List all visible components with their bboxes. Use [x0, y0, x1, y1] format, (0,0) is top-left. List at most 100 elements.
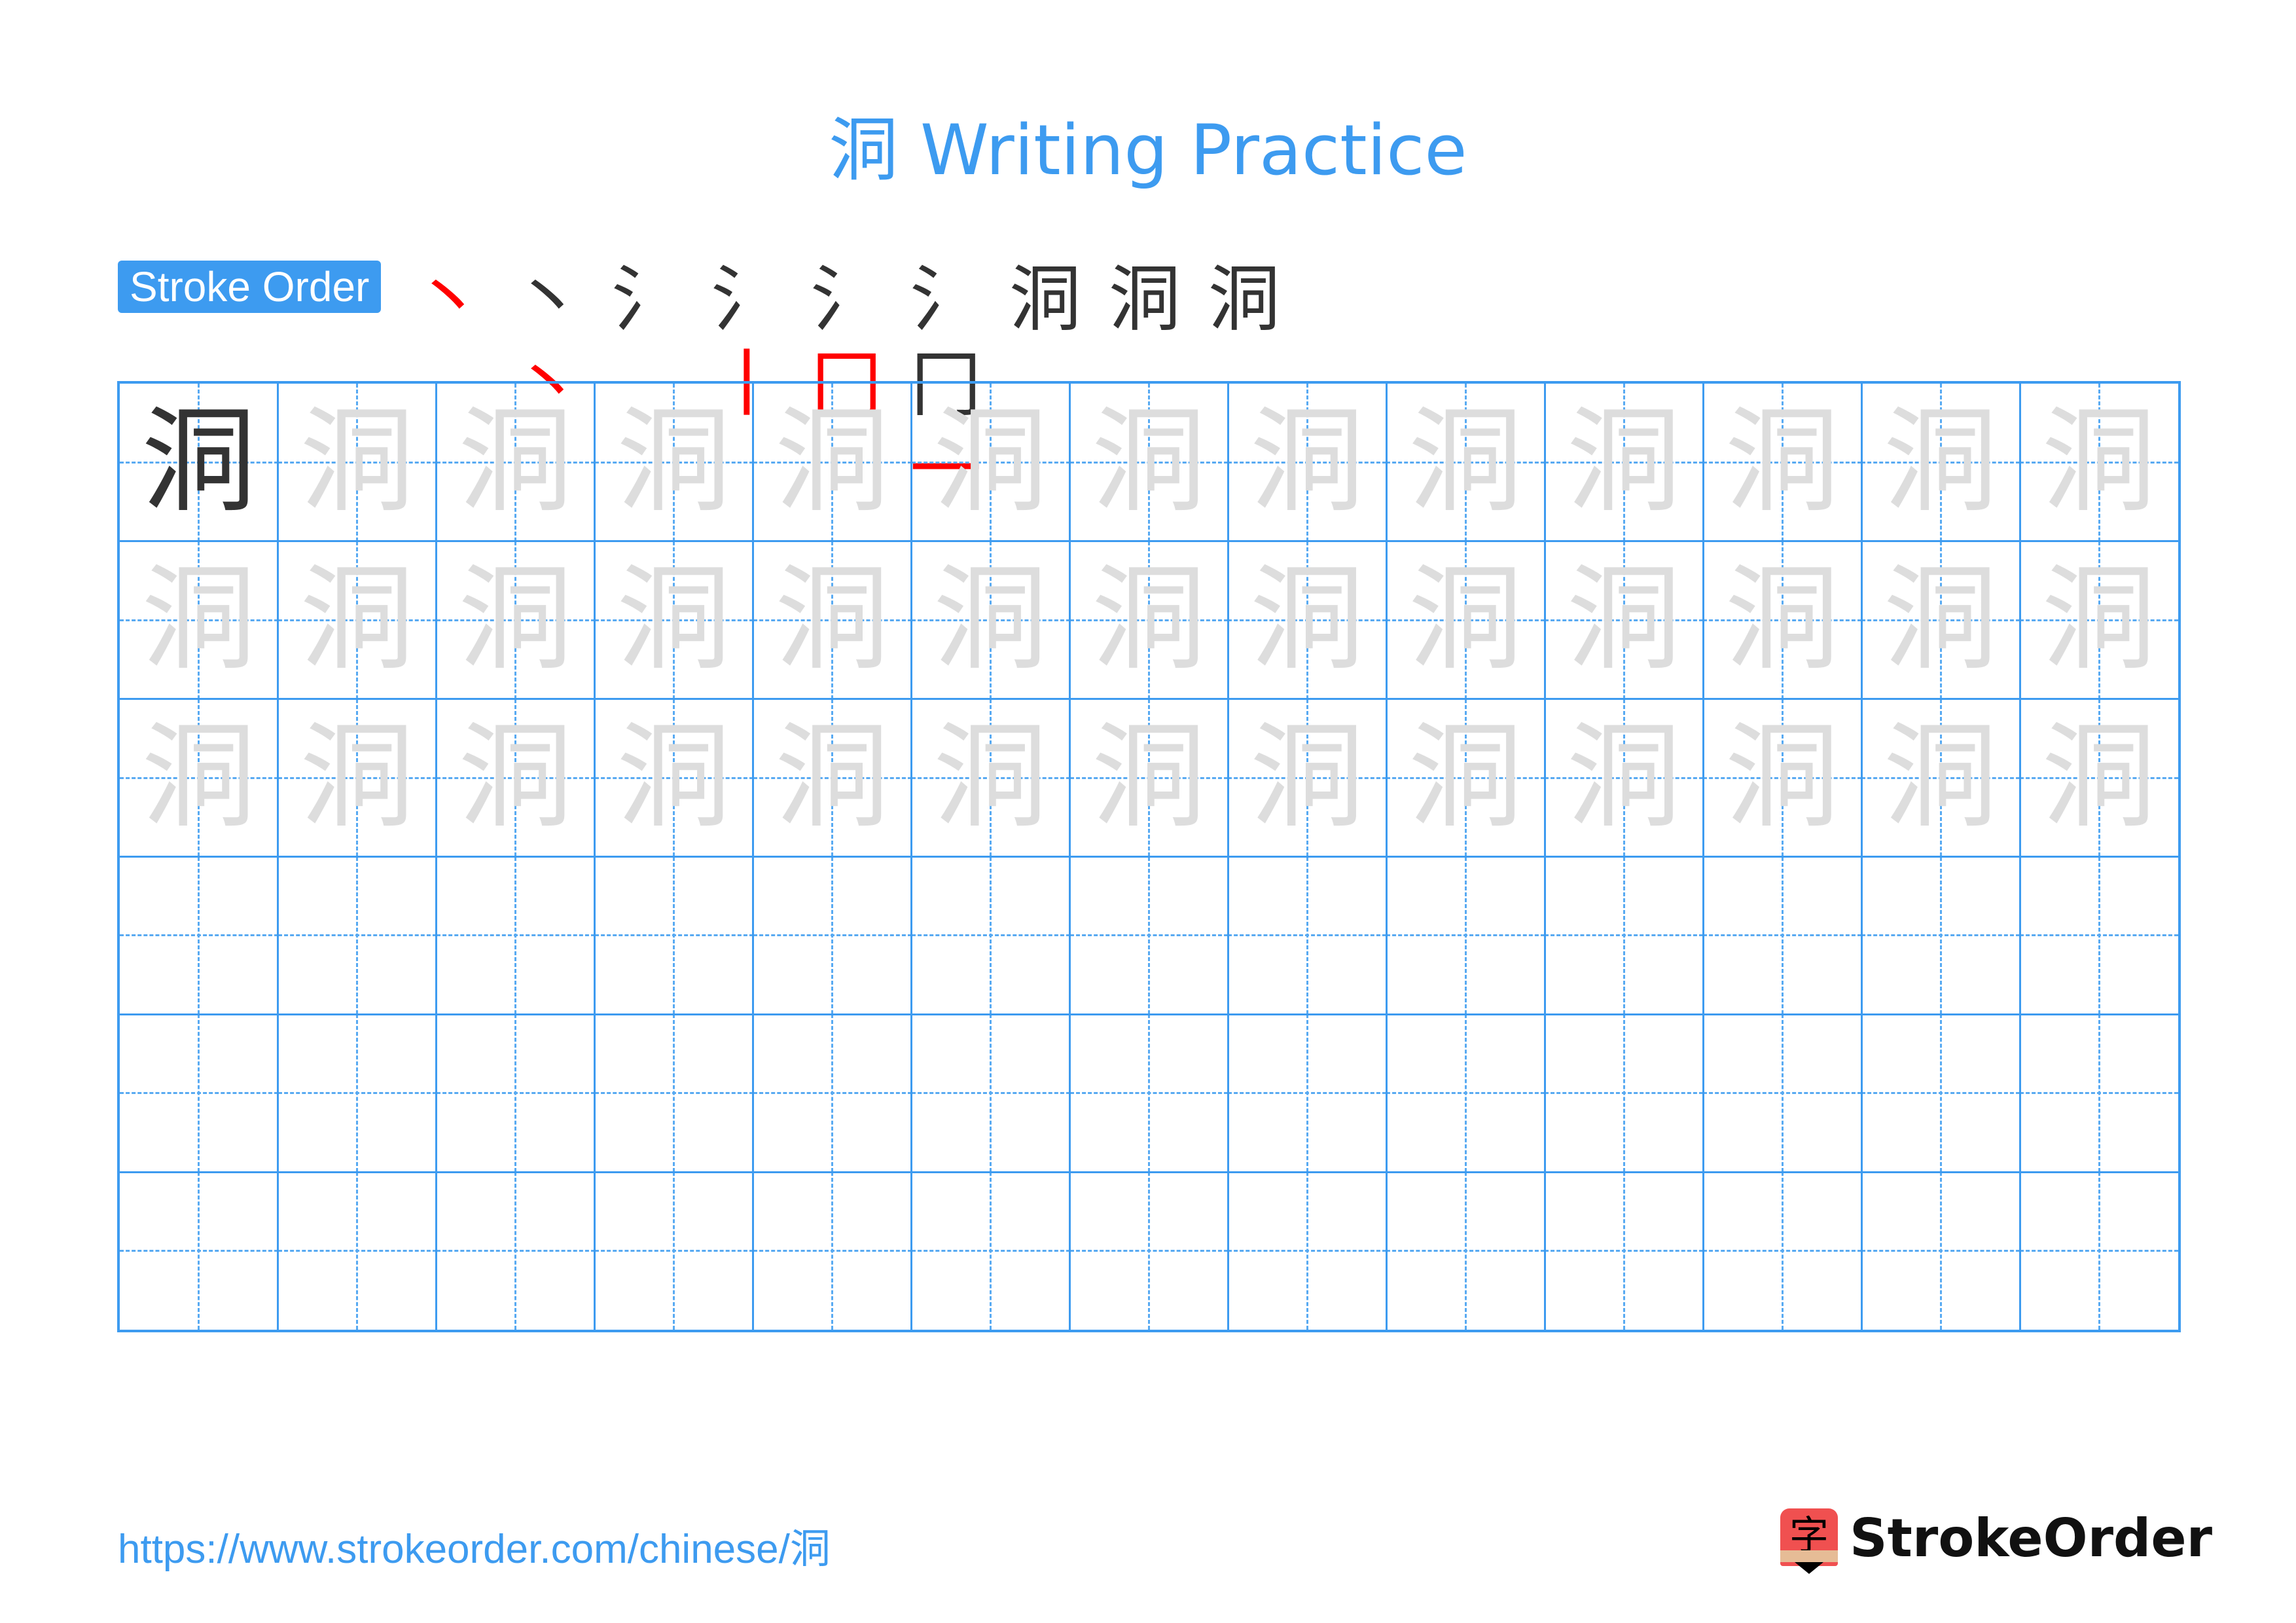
footer-url-link[interactable]: https://www.strokeorder.com/chinese/洞: [118, 1516, 831, 1575]
grid-cell[interactable]: 洞: [1069, 541, 1229, 699]
grid-cell[interactable]: 洞: [1703, 384, 1862, 541]
grid-cell[interactable]: [1861, 856, 2020, 1015]
guide-line-horizontal: [911, 1250, 1070, 1252]
grid-cell[interactable]: [1545, 856, 1704, 1015]
guide-line-horizontal: [1386, 934, 1545, 937]
grid-cell[interactable]: [2020, 1172, 2178, 1330]
trace-character: 洞: [300, 395, 415, 528]
grid-cell[interactable]: 洞: [1545, 541, 1704, 699]
grid-cell[interactable]: [120, 1172, 278, 1330]
trace-character: 洞: [1566, 395, 1681, 528]
grid-cell[interactable]: 洞: [120, 384, 278, 541]
grid-cell[interactable]: 洞: [278, 541, 437, 699]
grid-cell[interactable]: 洞: [1861, 699, 2020, 857]
grid-cell[interactable]: 洞: [1703, 541, 1862, 699]
grid-cell[interactable]: 洞: [2020, 541, 2178, 699]
grid-cell[interactable]: [1069, 1172, 1229, 1330]
guide-line-horizontal: [2020, 1092, 2178, 1095]
grid-cell[interactable]: [278, 1172, 437, 1330]
grid-cell[interactable]: 洞: [594, 541, 753, 699]
grid-cell[interactable]: 洞: [1386, 541, 1545, 699]
grid-cell[interactable]: 洞: [1861, 541, 2020, 699]
guide-line-horizontal: [1228, 1250, 1387, 1252]
trace-character: 洞: [1883, 395, 1998, 528]
grid-cell[interactable]: [1861, 1172, 2020, 1330]
grid-cell[interactable]: 洞: [1861, 384, 2020, 541]
grid-cell[interactable]: 洞: [278, 699, 437, 857]
guide-line-horizontal: [1069, 1250, 1229, 1252]
grid-cell[interactable]: 洞: [753, 384, 912, 541]
grid-cell[interactable]: 洞: [1228, 699, 1387, 857]
grid-cell[interactable]: [278, 856, 437, 1015]
grid-cell[interactable]: 洞: [1069, 699, 1229, 857]
grid-cell[interactable]: [278, 1014, 437, 1173]
guide-line-horizontal: [120, 1092, 278, 1095]
grid-cell[interactable]: [1386, 1172, 1545, 1330]
grid-cell[interactable]: [911, 1172, 1070, 1330]
grid-cell[interactable]: 洞: [594, 384, 753, 541]
grid-cell[interactable]: [1228, 856, 1387, 1015]
grid-cell[interactable]: [1386, 1014, 1545, 1173]
grid-cell[interactable]: [1861, 1014, 2020, 1173]
grid-cell[interactable]: [1703, 1172, 1862, 1330]
trace-character: 洞: [141, 553, 257, 686]
grid-cell[interactable]: [594, 1172, 753, 1330]
grid-cell[interactable]: 洞: [2020, 384, 2178, 541]
grid-cell[interactable]: 洞: [911, 699, 1070, 857]
guide-line-horizontal: [753, 1092, 912, 1095]
grid-cell[interactable]: 洞: [1386, 384, 1545, 541]
grid-cell[interactable]: [120, 856, 278, 1015]
grid-cell[interactable]: [1228, 1172, 1387, 1330]
grid-row-divider: [120, 1171, 2178, 1173]
grid-cell[interactable]: 洞: [1228, 384, 1387, 541]
grid-cell[interactable]: [436, 856, 595, 1015]
grid-row-divider: [120, 698, 2178, 701]
grid-cell[interactable]: [911, 1014, 1070, 1173]
grid-cell[interactable]: 洞: [911, 384, 1070, 541]
grid-cell[interactable]: [1545, 1172, 1704, 1330]
trace-character: 洞: [1091, 710, 1206, 844]
grid-cell[interactable]: 洞: [1545, 699, 1704, 857]
grid-cell[interactable]: 洞: [1228, 541, 1387, 699]
grid-cell[interactable]: 洞: [436, 384, 595, 541]
grid-cell[interactable]: 洞: [1545, 384, 1704, 541]
grid-cell[interactable]: 洞: [120, 699, 278, 857]
trace-character: 洞: [775, 395, 890, 528]
grid-cell[interactable]: [436, 1172, 595, 1330]
grid-cell[interactable]: [1069, 856, 1229, 1015]
grid-cell[interactable]: [594, 856, 753, 1015]
grid-cell[interactable]: [753, 856, 912, 1015]
grid-cell[interactable]: [753, 1014, 912, 1173]
grid-cell[interactable]: 洞: [594, 699, 753, 857]
grid-cell[interactable]: 洞: [1069, 384, 1229, 541]
grid-cell[interactable]: 洞: [278, 384, 437, 541]
grid-cell[interactable]: [2020, 1014, 2178, 1173]
grid-cell[interactable]: [1703, 856, 1862, 1015]
stroke-step-6: 氵冂一: [903, 257, 988, 511]
grid-cell[interactable]: 洞: [436, 541, 595, 699]
grid-cell[interactable]: [120, 1014, 278, 1173]
model-character: 洞: [141, 395, 257, 528]
guide-line-horizontal: [911, 1092, 1070, 1095]
grid-cell[interactable]: 洞: [436, 699, 595, 857]
grid-cell[interactable]: [1703, 1014, 1862, 1173]
grid-cell[interactable]: [436, 1014, 595, 1173]
grid-cell[interactable]: [1069, 1014, 1229, 1173]
guide-line-horizontal: [436, 1092, 595, 1095]
grid-cell[interactable]: [2020, 856, 2178, 1015]
grid-cell[interactable]: 洞: [1703, 699, 1862, 857]
grid-cell[interactable]: 洞: [753, 699, 912, 857]
grid-cell[interactable]: 洞: [753, 541, 912, 699]
grid-cell[interactable]: 洞: [120, 541, 278, 699]
grid-cell[interactable]: [1545, 1014, 1704, 1173]
stroke-step-2: 丶丶: [505, 257, 590, 426]
grid-cell[interactable]: 洞: [1386, 699, 1545, 857]
grid-cell[interactable]: [1228, 1014, 1387, 1173]
grid-cell[interactable]: [911, 856, 1070, 1015]
grid-cell[interactable]: 洞: [911, 541, 1070, 699]
grid-cell[interactable]: [1386, 856, 1545, 1015]
grid-cell[interactable]: 洞: [2020, 699, 2178, 857]
trace-character: 洞: [458, 395, 573, 528]
grid-cell[interactable]: [594, 1014, 753, 1173]
grid-cell[interactable]: [753, 1172, 912, 1330]
